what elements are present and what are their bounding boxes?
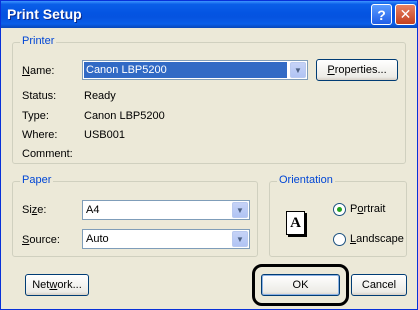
paper-size-select[interactable]: A4 ▼ xyxy=(82,200,250,220)
printer-group: Printer Name: Canon LBP5200 ▼ Properties… xyxy=(12,35,406,164)
orientation-group: Orientation A Portrait Landscape xyxy=(269,174,407,257)
paper-source-select[interactable]: Auto ▼ xyxy=(82,229,250,249)
title-bar[interactable]: Print Setup ? ✕ xyxy=(1,1,417,28)
help-icon: ? xyxy=(377,6,386,23)
landscape-radio[interactable] xyxy=(333,233,346,246)
ok-label: OK xyxy=(292,279,309,291)
properties-label: Properties... xyxy=(327,64,387,76)
close-button[interactable]: ✕ xyxy=(395,4,416,25)
page-portrait-icon: A xyxy=(286,211,305,235)
status-value: Ready xyxy=(84,90,116,102)
cancel-button[interactable]: Cancel xyxy=(351,274,407,296)
properties-button[interactable]: Properties... xyxy=(316,59,398,81)
portrait-label[interactable]: Portrait xyxy=(350,203,385,215)
where-label: Where: xyxy=(22,129,58,141)
printer-name-value: Canon LBP5200 xyxy=(84,62,287,78)
printer-name-select[interactable]: Canon LBP5200 ▼ xyxy=(82,60,308,80)
network-label: Network... xyxy=(32,279,82,291)
comment-label: Comment: xyxy=(22,148,73,160)
type-value: Canon LBP5200 xyxy=(84,110,165,122)
chevron-down-icon[interactable]: ▼ xyxy=(232,202,248,218)
paper-source-value: Auto xyxy=(86,233,109,245)
window-title: Print Setup xyxy=(7,6,82,22)
type-label: Type: xyxy=(22,110,49,122)
chevron-down-icon[interactable]: ▼ xyxy=(232,231,248,247)
paper-size-value: A4 xyxy=(86,204,100,216)
paper-group: Paper Size: A4 ▼ Source: Auto ▼ xyxy=(12,174,258,257)
ok-button[interactable]: OK xyxy=(261,274,340,296)
chevron-down-icon[interactable]: ▼ xyxy=(290,62,306,78)
portrait-radio[interactable] xyxy=(333,203,346,216)
source-label: Source: xyxy=(22,234,60,246)
network-button[interactable]: Network... xyxy=(25,274,89,296)
print-setup-dialog: Print Setup ? ✕ Printer Name: Canon LBP5… xyxy=(0,0,418,310)
help-button[interactable]: ? xyxy=(371,4,392,25)
paper-legend: Paper xyxy=(20,174,54,186)
size-label: Size: xyxy=(22,204,47,216)
cancel-label: Cancel xyxy=(361,279,397,291)
landscape-label[interactable]: Landscape xyxy=(350,233,404,245)
name-label: Name: xyxy=(22,65,55,77)
orientation-legend: Orientation xyxy=(277,174,335,186)
printer-legend: Printer xyxy=(20,35,57,47)
where-value: USB001 xyxy=(84,129,125,141)
close-icon: ✕ xyxy=(399,6,412,22)
status-label: Status: xyxy=(22,90,57,102)
